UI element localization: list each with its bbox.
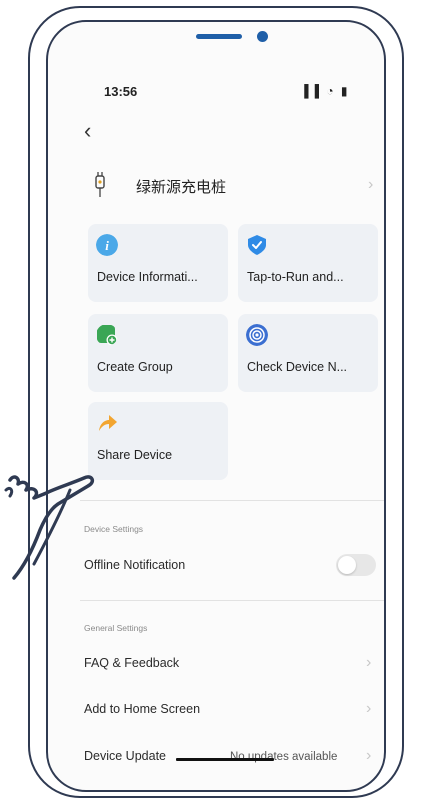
chevron-right-icon: › bbox=[366, 700, 372, 717]
pointing-hand-icon bbox=[4, 475, 95, 580]
back-button[interactable]: ‹ bbox=[84, 120, 91, 142]
group-add-icon bbox=[97, 325, 118, 346]
tile-label: Check Device N... bbox=[247, 360, 348, 374]
offline-notification-toggle[interactable] bbox=[336, 554, 376, 576]
chevron-right-icon: › bbox=[366, 747, 372, 764]
faq-feedback-row[interactable]: FAQ & Feedback bbox=[84, 656, 179, 670]
svg-text:i: i bbox=[105, 238, 109, 253]
status-time: 13:56 bbox=[104, 84, 138, 99]
divider bbox=[80, 500, 384, 501]
tile-device-information[interactable]: i Device Informati... bbox=[88, 224, 228, 302]
tile-label: Tap-to-Run and... bbox=[247, 270, 344, 284]
chevron-right-icon: › bbox=[368, 176, 374, 193]
chevron-right-icon: › bbox=[366, 654, 372, 671]
shield-check-icon bbox=[248, 235, 266, 255]
speaker-slot bbox=[196, 34, 242, 39]
charger-plug-icon bbox=[95, 172, 105, 197]
tile-label: Device Informati... bbox=[97, 270, 198, 284]
add-to-home-screen-row[interactable]: Add to Home Screen bbox=[84, 702, 200, 716]
share-arrow-icon bbox=[99, 415, 117, 431]
section-label-general-settings: General Settings bbox=[84, 623, 148, 633]
tile-check-device-network[interactable]: Check Device N... bbox=[238, 314, 378, 392]
front-camera bbox=[257, 31, 268, 42]
device-update-row[interactable]: Device Update bbox=[84, 749, 166, 763]
network-signal-icon bbox=[246, 324, 268, 346]
info-icon: i bbox=[96, 234, 118, 256]
tile-create-group[interactable]: Create Group bbox=[88, 314, 228, 392]
status-icons: ▐▐ ◔ ▮ bbox=[300, 84, 350, 98]
divider bbox=[80, 600, 384, 601]
phone-screen: 13:56 ▐▐ ◔ ▮ ‹ 绿新源充电桩 › i Device Informa… bbox=[46, 20, 386, 792]
toggle-knob bbox=[338, 556, 356, 574]
annotation-stroke bbox=[176, 758, 274, 761]
device-header-row[interactable]: 绿新源充电桩 › bbox=[88, 170, 378, 204]
device-name: 绿新源充电桩 bbox=[136, 179, 227, 196]
tile-label: Create Group bbox=[97, 360, 173, 374]
device-update-status: No updates available bbox=[230, 751, 338, 763]
tile-tap-to-run[interactable]: Tap-to-Run and... bbox=[238, 224, 378, 302]
